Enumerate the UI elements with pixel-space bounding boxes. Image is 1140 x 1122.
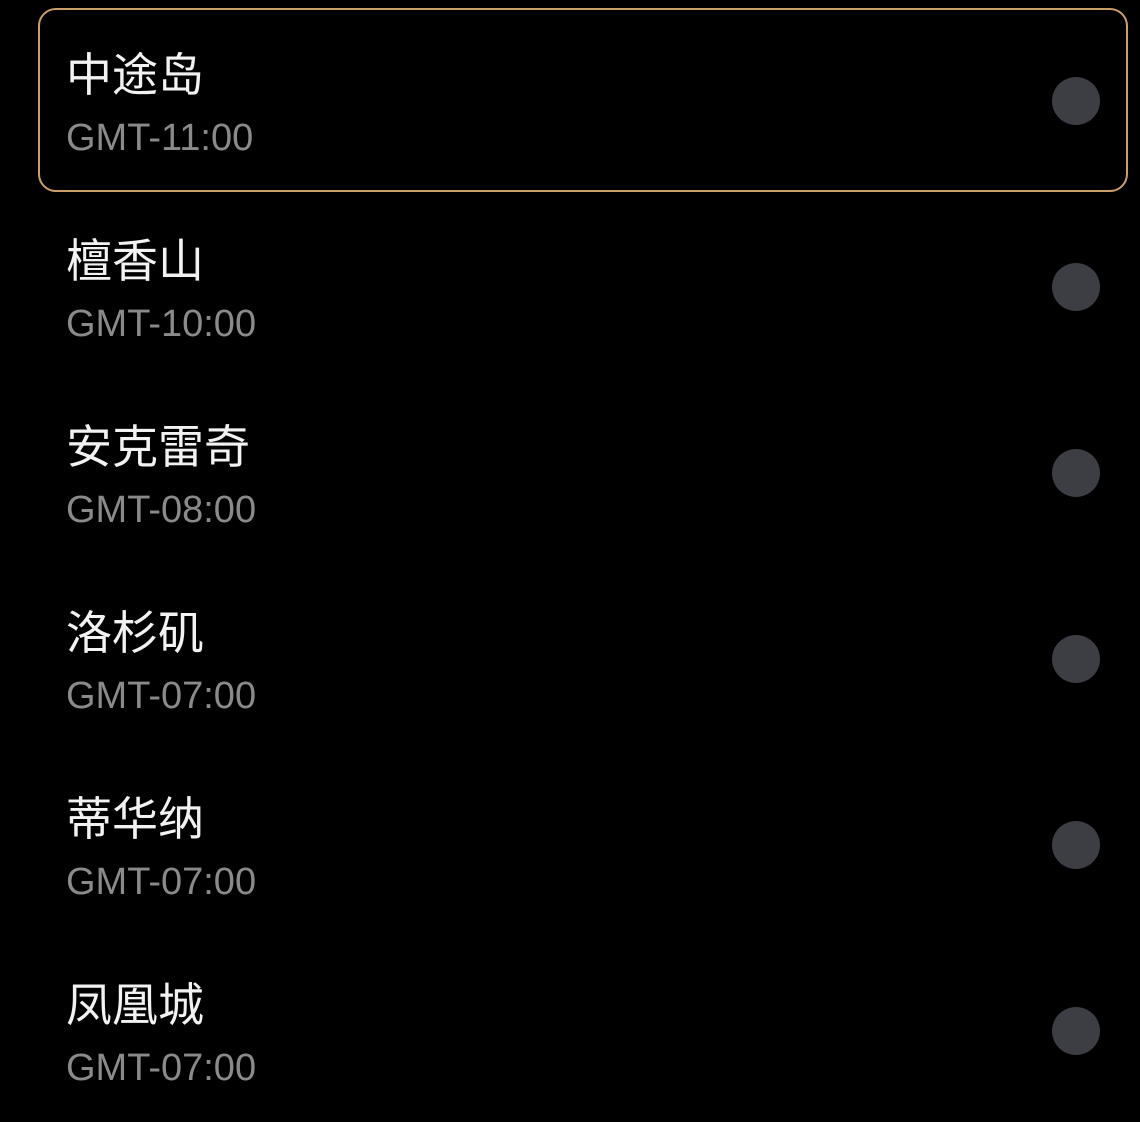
timezone-name: 洛杉矶 — [66, 606, 204, 660]
radio-button[interactable] — [1052, 1007, 1100, 1055]
timezone-list: 中途岛 GMT-11:00 檀香山 GMT-10:00 安克雷奇 GMT-08:… — [0, 0, 1140, 1106]
timezone-offset: GMT-07:00 — [66, 861, 257, 903]
radio-button[interactable] — [1052, 821, 1100, 869]
timezone-item-phoenix[interactable]: 凤凰城 GMT-07:00 — [38, 938, 1128, 1122]
timezone-offset: GMT-07:00 — [66, 675, 257, 717]
timezone-name: 凤凰城 — [66, 978, 204, 1032]
radio-button[interactable] — [1052, 77, 1100, 125]
timezone-item-los-angeles[interactable]: 洛杉矶 GMT-07:00 — [38, 566, 1128, 750]
timezone-name: 蒂华纳 — [66, 792, 204, 846]
timezone-item-honolulu[interactable]: 檀香山 GMT-10:00 — [38, 194, 1128, 378]
timezone-offset: GMT-10:00 — [66, 303, 257, 345]
timezone-offset: GMT-08:00 — [66, 489, 257, 531]
timezone-item-tijuana[interactable]: 蒂华纳 GMT-07:00 — [38, 752, 1128, 936]
timezone-offset: GMT-11:00 — [66, 117, 254, 159]
radio-button[interactable] — [1052, 263, 1100, 311]
timezone-offset: GMT-07:00 — [66, 1047, 257, 1089]
timezone-item-midway[interactable]: 中途岛 GMT-11:00 — [38, 8, 1128, 192]
timezone-name: 中途岛 — [66, 48, 204, 102]
timezone-name: 安克雷奇 — [66, 420, 250, 474]
timezone-item-anchorage[interactable]: 安克雷奇 GMT-08:00 — [38, 380, 1128, 564]
radio-button[interactable] — [1052, 635, 1100, 683]
radio-button[interactable] — [1052, 449, 1100, 497]
timezone-name: 檀香山 — [66, 234, 204, 288]
